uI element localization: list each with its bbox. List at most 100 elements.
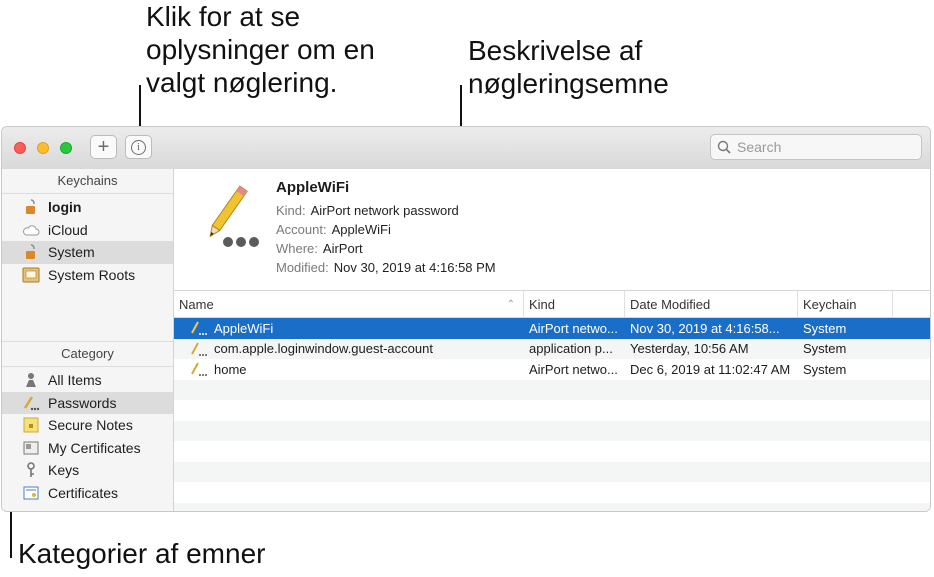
- my-certificate-icon: [22, 440, 40, 456]
- row-name: home: [214, 361, 247, 377]
- empty-row: [174, 441, 930, 462]
- row-kind: AirPort netwo...: [529, 320, 618, 336]
- secure-note-icon: [22, 417, 40, 433]
- where-row: Where: AirPort: [276, 241, 363, 256]
- column-header-label: Keychain: [803, 296, 857, 312]
- column-header-name[interactable]: Name ⌃: [174, 291, 524, 317]
- info-button[interactable]: i: [125, 135, 152, 159]
- sidebar-item-icloud[interactable]: iCloud: [2, 219, 173, 242]
- row-keychain: System: [803, 341, 847, 357]
- cloud-icon: [22, 222, 40, 238]
- key-icon: [22, 462, 40, 478]
- sidebar-item-system-roots[interactable]: System Roots: [2, 264, 173, 287]
- column-header-empty: [893, 291, 930, 317]
- column-header-keychain[interactable]: Keychain: [798, 291, 893, 317]
- info-icon: i: [131, 139, 146, 155]
- empty-row: [174, 482, 930, 503]
- sidebar-item-label: System: [48, 244, 95, 261]
- table-row[interactable]: com.apple.loginwindow.guest-account appl…: [174, 338, 930, 359]
- column-header-date-modified[interactable]: Date Modified: [625, 291, 798, 317]
- row-kind: application p...: [529, 341, 613, 357]
- add-button[interactable]: +: [90, 135, 117, 159]
- sidebar-item-secure-notes[interactable]: Secure Notes: [2, 414, 173, 437]
- sidebar-item-all-items[interactable]: All Items: [2, 369, 173, 392]
- unlocked-padlock-icon: [22, 199, 40, 215]
- keychains-header: Keychains: [2, 169, 173, 194]
- kind-label: Kind:: [276, 203, 306, 218]
- account-value: AppleWiFi: [331, 222, 391, 237]
- sidebar-item-system[interactable]: System: [2, 241, 173, 264]
- column-header-label: Name: [179, 296, 214, 312]
- row-keychain: System: [803, 361, 847, 377]
- search-input[interactable]: [735, 138, 909, 156]
- password-icon: [191, 362, 207, 377]
- table-row[interactable]: AppleWiFi AirPort netwo... Nov 30, 2019 …: [174, 318, 930, 339]
- sidebar-item-label: Certificates: [48, 484, 119, 501]
- keychain-window: + i Keychains login: [1, 126, 931, 512]
- category-callout: Kategorier af emner: [18, 538, 266, 569]
- sidebar-item-label: All Items: [48, 372, 102, 389]
- sidebar-item-login[interactable]: login: [2, 196, 173, 219]
- row-name: com.apple.loginwindow.guest-account: [214, 341, 433, 357]
- empty-row: [174, 400, 930, 421]
- sidebar-item-label: iCloud: [48, 221, 88, 238]
- certificate-cabinet-icon: [22, 267, 40, 283]
- items-table: Name ⌃ Kind Date Modified Keychain Apple…: [174, 291, 930, 511]
- close-button[interactable]: [14, 142, 26, 154]
- password-icon: [191, 342, 207, 356]
- search-icon: [717, 140, 731, 154]
- item-title: AppleWiFi: [276, 179, 350, 196]
- empty-row: [174, 379, 930, 400]
- sidebar-item-label: My Certificates: [48, 439, 141, 456]
- row-keychain: System: [803, 320, 847, 336]
- password-item-icon: [209, 185, 259, 247]
- sidebar: Keychains login iCloud System System Roo…: [2, 169, 174, 511]
- sidebar-item-label: login: [48, 199, 82, 216]
- category-header: Category: [2, 341, 173, 367]
- column-header-label: Kind: [529, 296, 556, 312]
- kind-value: AirPort network password: [310, 203, 459, 218]
- sidebar-item-passwords[interactable]: Passwords: [2, 391, 173, 414]
- table-header: Name ⌃ Kind Date Modified Keychain: [174, 291, 930, 318]
- category-section: Category All Items Passwords Secure Note…: [2, 341, 173, 504]
- row-date: Dec 6, 2019 at 11:02:47 AM: [630, 361, 791, 377]
- where-value: AirPort: [322, 241, 363, 256]
- table-row[interactable]: home AirPort netwo... Dec 6, 2019 at 11:…: [174, 359, 930, 380]
- sidebar-item-label: Secure Notes: [48, 417, 133, 434]
- column-header-kind[interactable]: Kind: [524, 291, 625, 317]
- sidebar-item-label: Passwords: [48, 394, 117, 411]
- sidebar-item-certificates[interactable]: Certificates: [2, 482, 173, 505]
- kind-row: Kind: AirPort network password: [276, 203, 459, 218]
- info-glyph: i: [136, 141, 141, 153]
- password-icon: [191, 321, 207, 336]
- info-callout: Klik for at se oplysninger om en valgt n…: [146, 1, 375, 98]
- row-date: Nov 30, 2019 at 4:16:58...: [630, 320, 780, 336]
- row-name: AppleWiFi: [214, 320, 274, 336]
- certificate-icon: [22, 485, 40, 501]
- modified-row: Modified: Nov 30, 2019 at 4:16:58 PM: [276, 260, 496, 275]
- item-detail-pane: AppleWiFi Kind: AirPort network password …: [174, 169, 930, 291]
- sidebar-item-label: System Roots: [48, 266, 136, 283]
- sort-ascending-icon: ⌃: [506, 298, 515, 310]
- modified-label: Modified:: [276, 260, 329, 275]
- column-header-label: Date Modified: [630, 296, 711, 312]
- row-kind: AirPort netwo...: [529, 361, 618, 377]
- pencil-password-icon: [22, 395, 40, 411]
- search-field[interactable]: [710, 134, 922, 160]
- account-row: Account: AppleWiFi: [276, 222, 391, 237]
- zoom-button[interactable]: [60, 142, 72, 154]
- account-label: Account:: [276, 222, 327, 237]
- modified-value: Nov 30, 2019 at 4:16:58 PM: [333, 260, 496, 275]
- sidebar-item-keys[interactable]: Keys: [2, 459, 173, 482]
- people-icon: [22, 372, 40, 388]
- empty-row: [174, 502, 930, 511]
- empty-row: [174, 420, 930, 441]
- row-date: Yesterday, 10:56 AM: [630, 341, 749, 357]
- where-label: Where:: [276, 241, 318, 256]
- sidebar-item-my-certificates[interactable]: My Certificates: [2, 437, 173, 460]
- empty-row: [174, 461, 930, 482]
- minimize-button[interactable]: [37, 142, 49, 154]
- description-callout: Beskrivelse af nøgleringsemne: [468, 35, 669, 99]
- title-bar: + i: [2, 127, 930, 170]
- sidebar-item-label: Keys: [48, 462, 80, 479]
